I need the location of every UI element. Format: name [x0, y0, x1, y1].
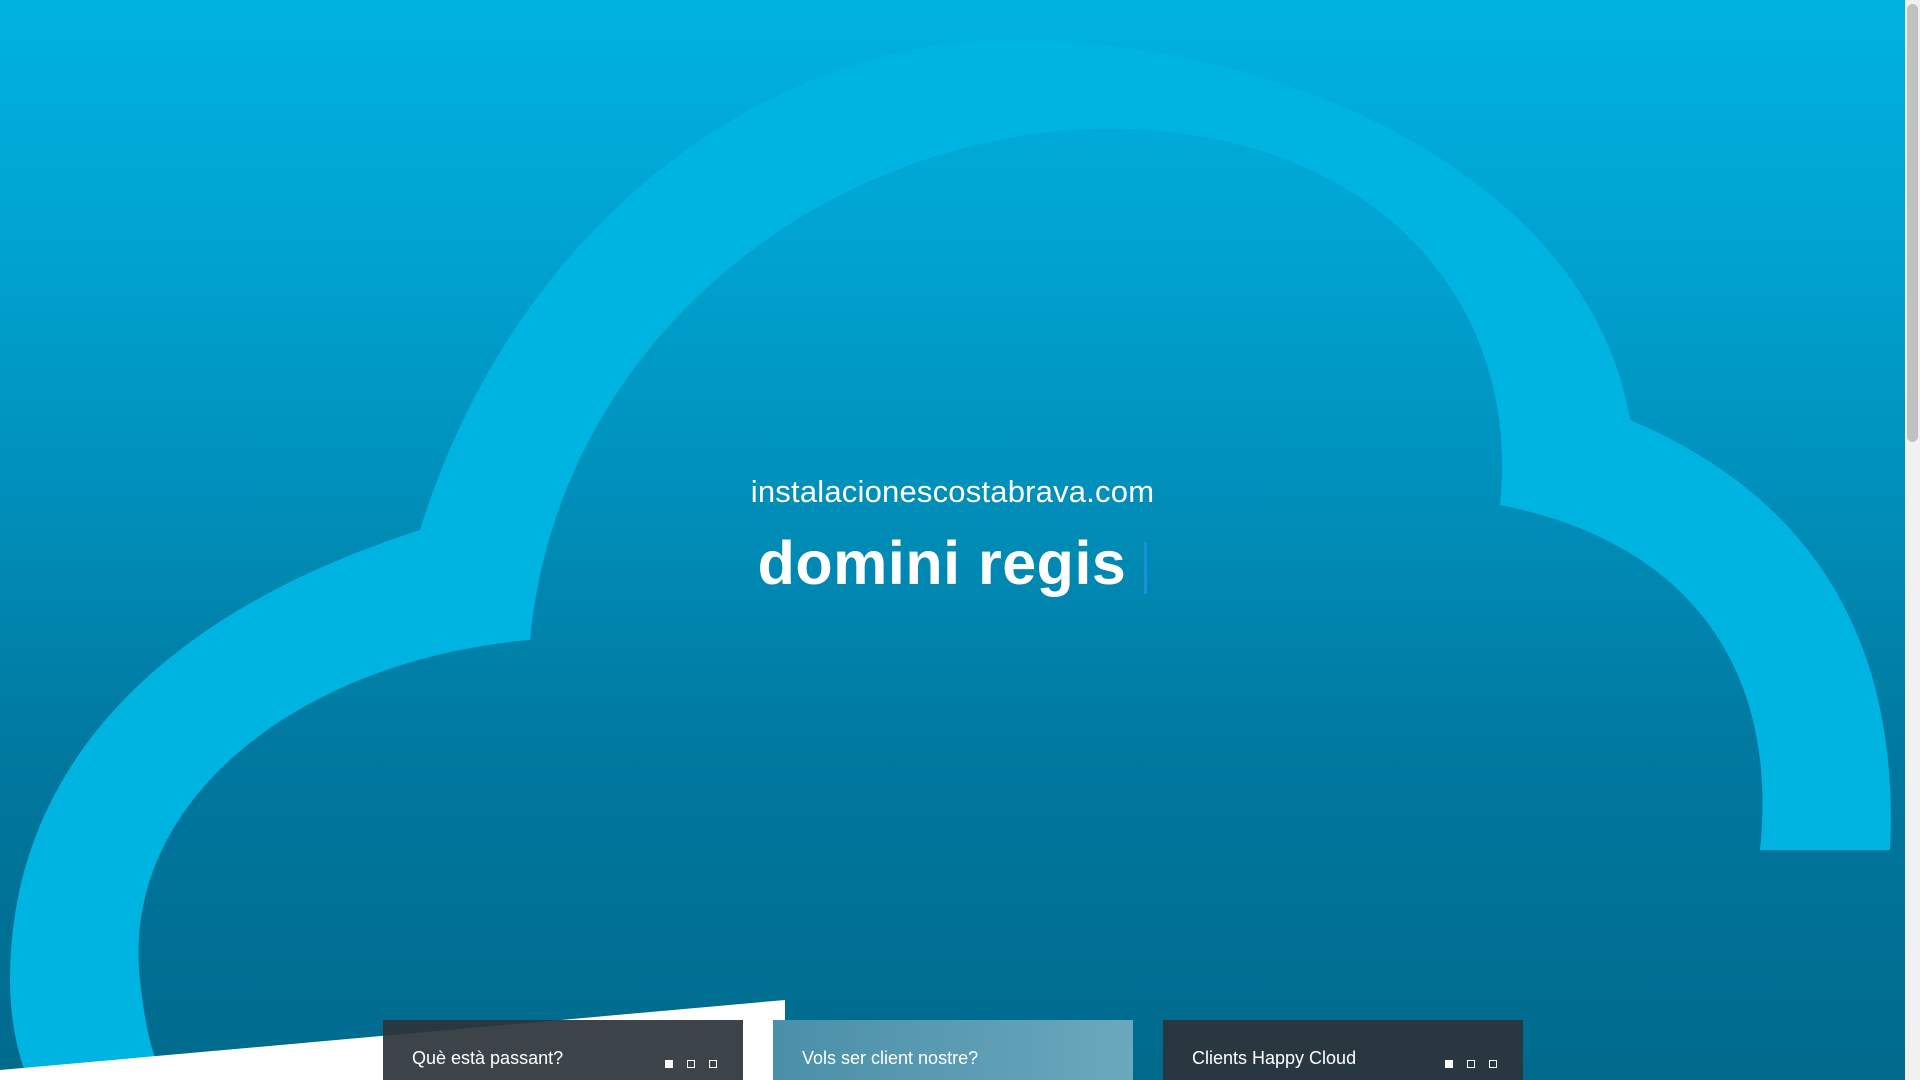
card-become-client-title: Vols ser client nostre? — [802, 1048, 979, 1068]
hero-headline: domini regis — [0, 528, 1905, 598]
typing-cursor — [1144, 541, 1148, 594]
slider-dot[interactable] — [687, 1060, 695, 1068]
card-news-title: Què està passant? — [412, 1048, 564, 1068]
card-happy-clients-title: Clients Happy Cloud — [1192, 1048, 1357, 1068]
scrollbar-thumb[interactable] — [1907, 4, 1918, 442]
slider-dot[interactable] — [665, 1060, 673, 1068]
slider-dot[interactable] — [1489, 1060, 1497, 1068]
slider-dot[interactable] — [709, 1060, 717, 1068]
slider-dot[interactable] — [1467, 1060, 1475, 1068]
slider-dot[interactable] — [1445, 1060, 1453, 1068]
domain-name: instalacionescostabrava.com — [750, 474, 1155, 509]
headline-text: domini regis — [757, 529, 1127, 597]
card-become-client[interactable]: Vols ser client nostre? — [773, 1020, 1133, 1080]
card-happy-clients-slider-dots — [1445, 1060, 1497, 1068]
card-news-slider-dots — [665, 1060, 717, 1068]
hero-section: instalacionescostabrava.com domini regis… — [0, 0, 1905, 1080]
page-scrollbar[interactable] — [1905, 0, 1920, 1080]
card-news[interactable]: Què està passant? — [383, 1020, 743, 1080]
card-happy-clients[interactable]: Clients Happy Cloud — [1163, 1020, 1523, 1080]
